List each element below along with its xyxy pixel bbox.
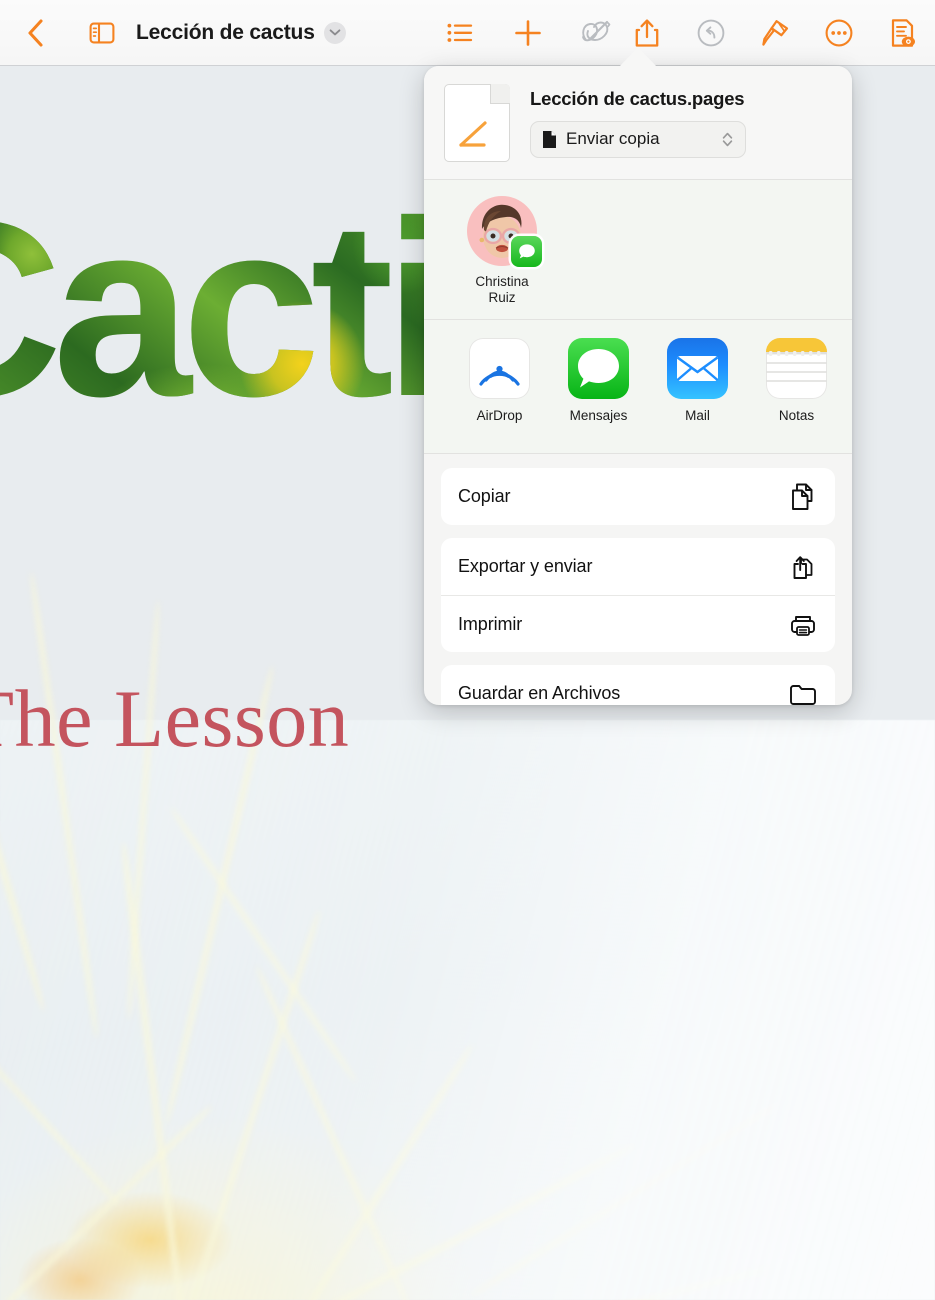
- action-exportar-y-enviar[interactable]: Exportar y enviar: [441, 538, 835, 595]
- contact-first-name: Christina: [475, 274, 529, 289]
- action-group: Copiar: [441, 468, 835, 525]
- app-toolbar: Lección de cactus: [0, 0, 935, 66]
- printer-icon: [791, 616, 815, 636]
- contact-last-name: Ruiz: [488, 290, 516, 305]
- share-contacts-row: Christina Ruiz: [424, 180, 852, 320]
- share-sheet-popover: Lección de cactus.pages Enviar copia Chr…: [424, 66, 852, 705]
- document-title-chevron-button[interactable]: [323, 21, 346, 44]
- share-app-mensajes[interactable]: Mensajes: [549, 338, 648, 423]
- export-icon: [793, 555, 813, 579]
- pages-app-window: Cacti The Lesson Lección de cactus: [0, 0, 935, 1300]
- format-brush-button[interactable]: [753, 11, 797, 55]
- file-thumbnail: [444, 83, 510, 162]
- document-headline: Cacti: [0, 184, 444, 434]
- messages-badge-icon: [511, 236, 542, 267]
- app-label: Mensajes: [569, 408, 628, 423]
- app-label: Mail: [685, 408, 710, 423]
- action-imprimir[interactable]: Imprimir: [441, 595, 835, 652]
- notes-icon: [766, 338, 827, 399]
- share-app-airdrop[interactable]: AirDrop: [450, 338, 549, 423]
- sidebar-toggle-button[interactable]: [80, 11, 124, 55]
- popover-arrow: [618, 47, 658, 68]
- action-group: Guardar en Archivos: [441, 665, 835, 705]
- messages-icon: [568, 338, 629, 399]
- back-button[interactable]: [14, 11, 58, 55]
- updown-chevron-icon: [722, 132, 733, 146]
- action-guardar-en-archivos[interactable]: Guardar en Archivos: [441, 665, 835, 705]
- share-app-mail[interactable]: Mail: [648, 338, 747, 423]
- action-label: Copiar: [458, 486, 511, 506]
- mail-icon: [667, 338, 728, 399]
- app-label: AirDrop: [476, 408, 523, 423]
- more-button[interactable]: [817, 11, 861, 55]
- undo-button[interactable]: [689, 11, 733, 55]
- app-label: Notas: [778, 408, 815, 423]
- send-option-select[interactable]: Enviar copia: [530, 120, 746, 158]
- insert-button[interactable]: [506, 11, 550, 55]
- copy-icon: [792, 483, 813, 510]
- contact-christina-ruiz[interactable]: Christina Ruiz: [450, 196, 554, 306]
- document-options-button[interactable]: [881, 11, 925, 55]
- document-subheadline: The Lesson: [0, 673, 350, 764]
- share-file-name: Lección de cactus.pages: [530, 87, 745, 109]
- share-sheet-header: Lección de cactus.pages Enviar copia: [424, 66, 852, 180]
- action-label: Exportar y enviar: [458, 556, 593, 576]
- send-option-label: Enviar copia: [566, 129, 660, 148]
- cactus-background-photo: [0, 571, 935, 1300]
- contact-name: Christina Ruiz: [475, 274, 528, 306]
- list-view-button[interactable]: [438, 11, 482, 55]
- folder-icon: [790, 684, 816, 705]
- action-label: Imprimir: [458, 613, 523, 634]
- share-app-firefox[interactable]: Fre: [846, 338, 852, 423]
- share-apps-row: AirDrop Mensajes Mail Notas: [424, 320, 852, 454]
- share-actions-list: Copiar Exportar y enviar Imprimir Guarda…: [424, 454, 852, 705]
- action-group: Exportar y enviar Imprimir: [441, 538, 835, 652]
- action-copiar[interactable]: Copiar: [441, 468, 835, 525]
- airdrop-icon: [469, 338, 530, 399]
- document-title[interactable]: Lección de cactus: [136, 21, 315, 45]
- page-fold-corner: [490, 83, 510, 104]
- share-app-notas[interactable]: Notas: [747, 338, 846, 423]
- document-icon: [543, 130, 556, 148]
- action-label: Guardar en Archivos: [458, 683, 621, 703]
